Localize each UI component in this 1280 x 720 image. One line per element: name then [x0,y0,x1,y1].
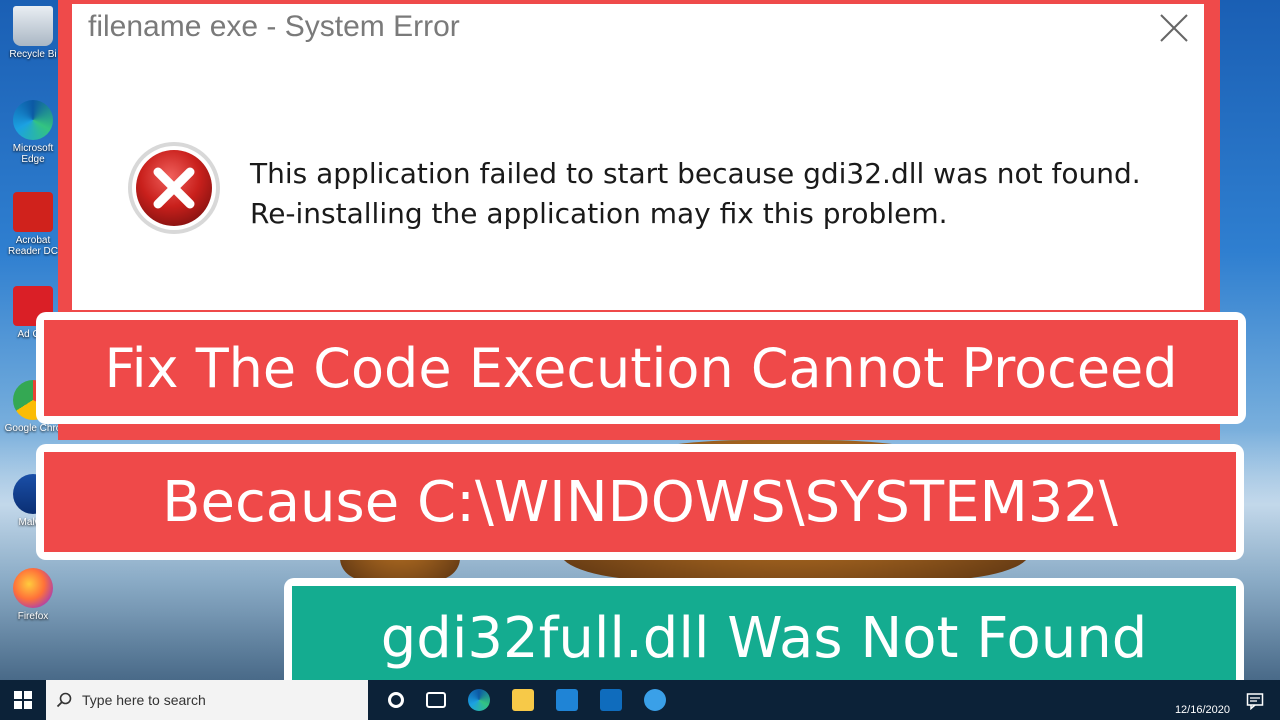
desktop-icon-edge[interactable]: Microsoft Edge [4,100,62,165]
store-icon[interactable] [556,689,578,711]
close-icon [1160,14,1188,42]
taskbar-edge-icon[interactable] [468,689,490,711]
close-button[interactable] [1156,10,1192,46]
windows-logo-icon [14,691,32,709]
banner-line-1: Fix The Code Execution Cannot Proceed [36,312,1246,424]
search-placeholder: Type here to search [82,692,206,708]
desktop-icon-firefox[interactable]: Firefox [4,568,62,622]
file-explorer-icon[interactable] [512,689,534,711]
notification-icon [1246,693,1264,710]
dialog-title: filename exe - System Error [88,10,460,43]
notifications-button[interactable] [1244,690,1266,712]
firefox-icon [13,568,53,608]
cortana-icon[interactable] [388,692,404,708]
taskbar-search-box[interactable]: Type here to search [46,680,368,720]
banner-line-2: Because C:\WINDOWS\SYSTEM32\ [36,444,1244,560]
acrobat-icon [13,192,53,232]
start-button[interactable] [0,680,46,720]
search-icon [56,692,72,708]
recycle-bin-icon [13,6,53,46]
edge-icon [13,100,53,140]
banner-text-3: gdi32full.dll Was Not Found [292,586,1236,690]
task-view-icon[interactable] [426,692,446,708]
banner-text-2: Because C:\WINDOWS\SYSTEM32\ [44,452,1236,552]
desktop-icon-acrobat[interactable]: Acrobat Reader DC [4,192,62,257]
dialog-body: filename exe - System Error This applica… [72,4,1204,310]
error-icon [128,142,220,234]
internet-explorer-icon[interactable] [644,689,666,711]
banner-text-1: Fix The Code Execution Cannot Proceed [44,320,1238,416]
taskbar: Type here to search 12/16/2020 [0,680,1280,720]
mail-icon[interactable] [600,689,622,711]
error-message: This application failed to start because… [250,157,1141,230]
desktop-icon-recycle-bin[interactable]: Recycle Bi [4,6,62,60]
tray-date[interactable]: 12/16/2020 [1175,704,1230,716]
